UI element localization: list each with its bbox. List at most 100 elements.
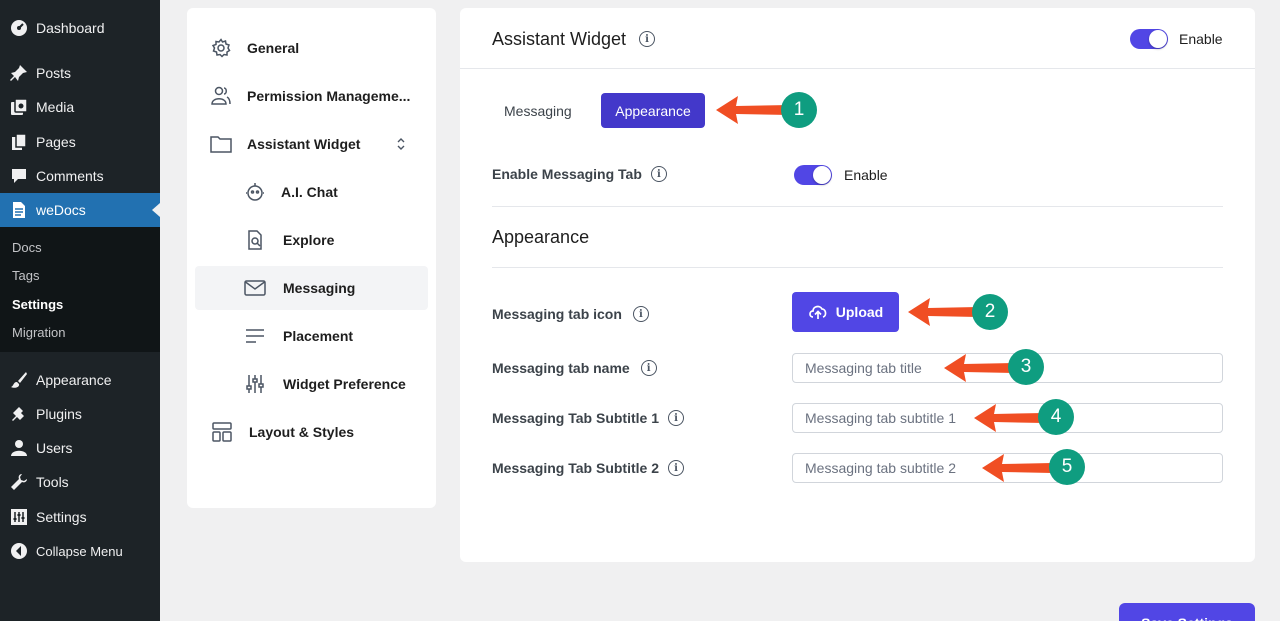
info-icon[interactable]: i (639, 31, 656, 47)
nav-layout-styles-label: Layout & Styles (249, 424, 355, 440)
section-divider-bottom (492, 267, 1223, 268)
menu-wedocs-label: weDocs (36, 202, 86, 218)
annotation-badge-3: 3 (1008, 349, 1044, 385)
menu-tools-label: Tools (36, 474, 69, 490)
annotation-badge-2: 2 (972, 294, 1008, 330)
annotation-arrow-1 (716, 96, 790, 124)
nav-explore[interactable]: Explore (195, 218, 428, 262)
menu-users-label: Users (36, 440, 73, 456)
robot-icon (244, 181, 266, 203)
subtitle2-label: Messaging Tab Subtitle 2 (492, 460, 659, 476)
info-icon[interactable]: i (640, 360, 657, 376)
menu-pages[interactable]: Pages (0, 125, 160, 159)
plugin-icon (10, 405, 28, 423)
wp-admin-sidebar: Dashboard Posts Media Pages Comments weD… (0, 0, 160, 621)
settings-nav: General Permission Manageme... Assistant… (187, 8, 436, 508)
submenu-migration[interactable]: Migration (12, 325, 65, 340)
tab-icon-label: Messaging tab icon (492, 306, 622, 322)
nav-assistant-widget[interactable]: Assistant Widget (195, 122, 428, 166)
tab-appearance[interactable]: Appearance (601, 93, 705, 128)
menu-appearance[interactable]: Appearance (0, 363, 160, 397)
section-divider-top (492, 206, 1223, 207)
annotation-badge-5: 5 (1049, 449, 1085, 485)
info-icon[interactable]: i (650, 166, 667, 182)
menu-settings[interactable]: Settings (0, 500, 160, 534)
explore-icon (244, 229, 266, 251)
toggle-knob (813, 166, 831, 184)
menu-posts[interactable]: Posts (0, 56, 160, 90)
wrench-icon (10, 473, 28, 491)
envelope-icon (244, 277, 266, 299)
nav-assistant-widget-label: Assistant Widget (247, 136, 361, 152)
tab-icon-row: Messaging tab icon i (492, 305, 649, 323)
tab-messaging[interactable]: Messaging (504, 103, 572, 119)
collapse-menu[interactable]: Collapse Menu (0, 534, 160, 568)
menu-dashboard[interactable]: Dashboard (0, 11, 160, 45)
widget-enable-toggle[interactable] (1130, 29, 1168, 49)
messaging-tab-toggle[interactable] (794, 165, 832, 185)
nav-general[interactable]: General (195, 26, 428, 70)
info-icon[interactable]: i (632, 306, 649, 322)
menu-comments[interactable]: Comments (0, 159, 160, 193)
header-divider (460, 68, 1255, 69)
assistant-widget-panel: Assistant Widget i Enable Messaging Appe… (460, 8, 1255, 562)
collapse-icon (10, 542, 28, 560)
nav-permission[interactable]: Permission Manageme... (195, 74, 428, 118)
nav-messaging-label: Messaging (283, 280, 356, 296)
nav-messaging[interactable]: Messaging (195, 266, 428, 310)
document-icon (10, 201, 28, 219)
gear-icon (210, 37, 232, 59)
menu-media[interactable]: Media (0, 90, 160, 124)
submenu-docs[interactable]: Docs (12, 240, 42, 255)
messaging-tab-enable-label: Enable (844, 167, 888, 183)
menu-dashboard-label: Dashboard (36, 20, 105, 36)
submenu-tags[interactable]: Tags (12, 268, 39, 283)
nav-layout-styles[interactable]: Layout & Styles (195, 410, 428, 454)
info-icon[interactable]: i (668, 460, 684, 476)
menu-wedocs[interactable]: weDocs (0, 193, 160, 227)
nav-widget-preference[interactable]: Widget Preference (195, 362, 428, 406)
nav-placement[interactable]: Placement (195, 314, 428, 358)
widget-enable-label: Enable (1179, 31, 1223, 47)
save-settings-button[interactable]: Save Settings (1119, 603, 1255, 621)
annotation-badge-4: 4 (1038, 399, 1074, 435)
users-icon (210, 85, 232, 107)
nav-permission-label: Permission Manageme... (247, 88, 411, 104)
menu-tools[interactable]: Tools (0, 465, 160, 499)
dashboard-icon (10, 19, 28, 37)
annotation-arrow-2 (908, 298, 978, 326)
menu-comments-label: Comments (36, 168, 104, 184)
toggle-knob (1149, 30, 1167, 48)
chevron-updown-icon[interactable] (390, 133, 412, 155)
upload-button-label: Upload (835, 304, 884, 320)
pin-icon (10, 64, 28, 82)
subtitle1-label: Messaging Tab Subtitle 1 (492, 410, 659, 426)
nav-explore-label: Explore (283, 232, 335, 248)
menu-users[interactable]: Users (0, 431, 160, 465)
enable-messaging-tab-label: Enable Messaging Tab (492, 166, 642, 182)
nav-general-label: General (247, 40, 300, 56)
menu-media-label: Media (36, 99, 75, 115)
menu-plugins[interactable]: Plugins (0, 397, 160, 431)
nav-ai-chat[interactable]: A.I. Chat (195, 170, 428, 214)
submenu-settings[interactable]: Settings (12, 297, 63, 312)
menu-pages-label: Pages (36, 134, 76, 150)
media-icon (10, 98, 28, 116)
lines-icon (244, 325, 266, 347)
enable-messaging-tab-row: Enable Messaging Tab i (492, 165, 667, 183)
user-icon (10, 439, 28, 457)
adjustments-icon (244, 373, 266, 395)
upload-button[interactable]: Upload (792, 292, 899, 332)
nav-placement-label: Placement (283, 328, 354, 344)
panel-title: Assistant Widget (492, 28, 627, 49)
layout-icon (211, 421, 233, 443)
annotation-arrow-4 (974, 404, 1044, 432)
panel-header: Assistant Widget i (492, 27, 656, 51)
menu-appearance-label: Appearance (36, 372, 112, 388)
subtitle1-row: Messaging Tab Subtitle 1 i (492, 409, 684, 427)
nav-widget-preference-label: Widget Preference (283, 376, 406, 392)
info-icon[interactable]: i (668, 410, 684, 426)
folder-icon (210, 133, 232, 155)
annotation-badge-1: 1 (781, 92, 817, 128)
nav-ai-chat-label: A.I. Chat (281, 184, 338, 200)
